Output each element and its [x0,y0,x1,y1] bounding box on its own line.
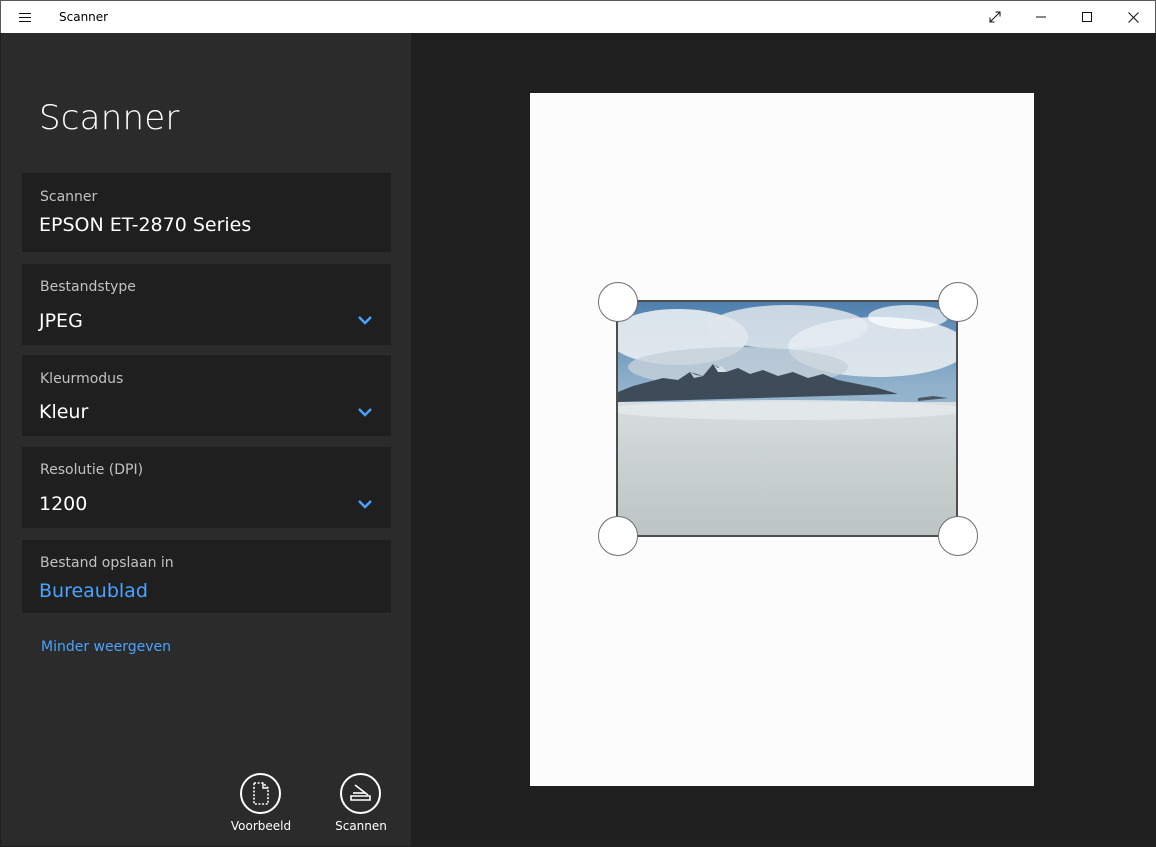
settings-pane: Scanner Scanner EPSON ET-2870 Series Bes… [1,33,411,846]
photo-image [618,302,956,535]
save-location-field: Bestand opslaan in Bureaublad [22,540,391,613]
file-type-value: JPEG [39,310,83,332]
window-title: Scanner [59,10,109,24]
resolution-label: Resolutie (DPI) [40,462,144,478]
close-button[interactable] [1110,1,1156,33]
maximize-button[interactable] [1064,1,1110,33]
file-type-dropdown[interactable]: Bestandstype JPEG [22,264,391,345]
scanner-value: EPSON ET-2870 Series [39,214,252,236]
minimize-button[interactable] [1018,1,1064,33]
expand-arrows-icon [989,11,1001,23]
file-type-label: Bestandstype [40,279,136,295]
close-icon [1127,11,1139,23]
chevron-down-icon[interactable] [357,498,373,510]
fullscreen-button[interactable] [972,1,1018,33]
hamburger-menu-icon[interactable] [11,7,39,27]
preview-button[interactable]: Voorbeeld [216,771,306,841]
title-bar: Scanner [0,0,1156,33]
color-mode-dropdown[interactable]: Kleurmodus Kleur [22,355,391,436]
minimize-icon [1036,16,1046,18]
preview-area [411,33,1155,846]
crop-handle-bottom-left[interactable] [598,516,638,556]
maximize-icon [1082,12,1092,22]
scan-button[interactable]: Scannen [316,771,406,841]
scanner-label: Scanner [40,189,98,205]
scan-label: Scannen [335,819,387,833]
crop-handle-top-left[interactable] [598,282,638,322]
save-location-link[interactable]: Bureaublad [39,580,148,602]
scanner-field: Scanner EPSON ET-2870 Series [22,173,391,252]
crop-handle-top-right[interactable] [938,282,978,322]
scanner-icon [340,773,381,814]
page-title: Scanner [39,98,180,138]
resolution-dropdown[interactable]: Resolutie (DPI) 1200 [22,447,391,528]
save-location-label: Bestand opslaan in [40,555,174,571]
resolution-value: 1200 [39,493,88,515]
crop-handle-bottom-right[interactable] [938,516,978,556]
chevron-down-icon[interactable] [357,314,373,326]
scanned-photo [616,300,958,537]
preview-label: Voorbeeld [230,819,292,833]
color-mode-value: Kleur [39,401,89,423]
color-mode-label: Kleurmodus [40,371,124,387]
chevron-down-icon[interactable] [357,406,373,418]
preview-icon [240,773,281,814]
show-less-link[interactable]: Minder weergeven [41,639,171,655]
scan-preview-page [530,93,1034,786]
